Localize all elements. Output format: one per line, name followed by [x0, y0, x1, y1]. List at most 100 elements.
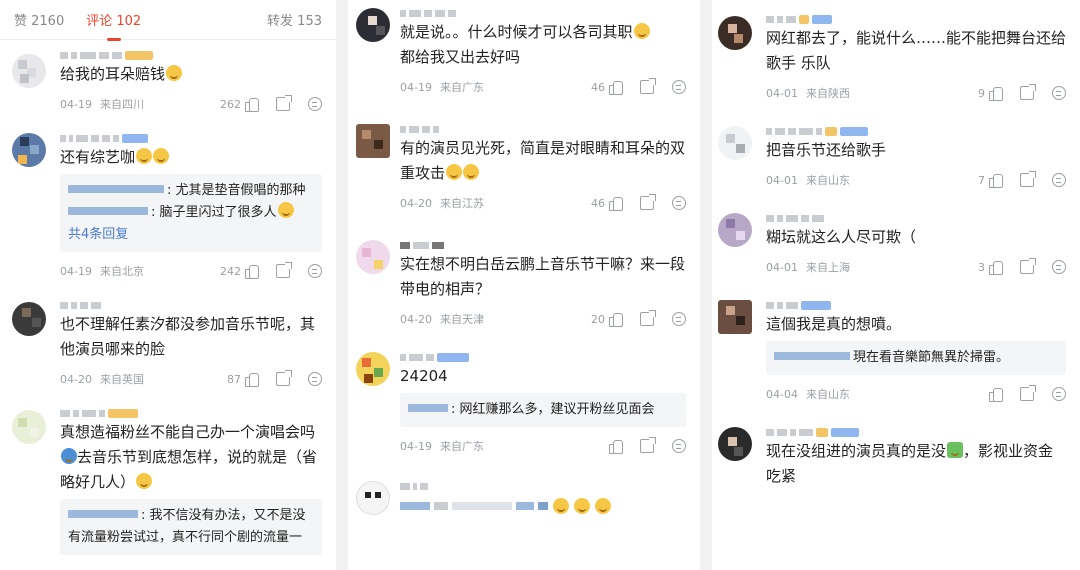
comment-date: 04-01: [766, 173, 798, 187]
thumbs-up-icon: [608, 80, 623, 95]
like-button[interactable]: [985, 387, 1003, 402]
comment-text: 糊坛就这么人尽可欺（: [766, 228, 917, 246]
comment-text: 也不理解任素汐都没参加音乐节呢，其他演员哪来的脸: [60, 315, 316, 358]
avatar[interactable]: [12, 302, 46, 336]
reply-preview[interactable]: : 网红赚那么多，建议开粉丝见面会: [400, 393, 686, 427]
avatar[interactable]: [718, 16, 752, 50]
avatar[interactable]: [12, 54, 46, 88]
share-icon[interactable]: [640, 194, 656, 210]
comment-date: 04-01: [766, 86, 798, 100]
like-button[interactable]: 262: [220, 97, 259, 112]
like-count: 20: [591, 312, 605, 326]
avatar[interactable]: [356, 481, 390, 515]
username-blurred[interactable]: [766, 294, 1066, 310]
like-button[interactable]: 46: [591, 196, 623, 211]
comment-item: 网红都去了，能说什么……能不能把舞台还给歌手 乐队 04-01 来自陕西 9: [712, 0, 1080, 110]
username-blurred[interactable]: [60, 44, 322, 60]
reply-preview[interactable]: : 我不信没有办法，又不是没有流量粉尝试过，真不行同个剧的流量一: [60, 499, 322, 555]
like-button[interactable]: 20: [591, 312, 623, 327]
reply-icon[interactable]: [308, 97, 322, 111]
like-count: 242: [220, 264, 241, 278]
tab-comments[interactable]: 评论 102: [86, 10, 141, 41]
share-icon[interactable]: [1020, 258, 1036, 274]
like-count: 9: [978, 86, 985, 100]
share-icon[interactable]: [640, 78, 656, 94]
reply-icon[interactable]: [1052, 86, 1066, 100]
avatar[interactable]: [12, 133, 46, 167]
share-icon[interactable]: [276, 95, 292, 111]
comment-text: 实在想不明白岳云鹏上音乐节干嘛？来一段带电的相声？: [400, 255, 686, 298]
comment-text: 就是说。。什么时候才可以各司其职 都给我又出去好吗: [400, 20, 686, 70]
reply-icon[interactable]: [672, 196, 686, 210]
like-button[interactable]: 9: [978, 86, 1003, 101]
username-blurred[interactable]: [766, 207, 1066, 223]
comment-meta: 04-01 来自上海 3: [766, 250, 1066, 284]
comment-meta: 04-19 来自广东: [400, 429, 686, 463]
reply-icon[interactable]: [1052, 260, 1066, 274]
like-button[interactable]: 3: [978, 260, 1003, 275]
comment-meta: 04-01 来自山东 7: [766, 163, 1066, 197]
reply-preview[interactable]: : 尤其是垫音假唱的那种 : 脑子里闪过了很多人 共4条回复: [60, 174, 322, 252]
comment-location: 来自英国: [99, 373, 144, 386]
tab-reposts[interactable]: 转发 153: [267, 10, 322, 29]
like-button[interactable]: 242: [220, 264, 259, 279]
comment-text: 给我的耳朵赔钱: [60, 62, 322, 87]
username-blurred[interactable]: [400, 118, 686, 134]
username-blurred[interactable]: [60, 294, 322, 310]
tab-likes[interactable]: 赞 2160: [14, 10, 64, 29]
avatar[interactable]: [356, 240, 390, 274]
share-icon[interactable]: [1020, 385, 1036, 401]
comment-item: 有的演员见光死，简直是对眼睛和耳朵的双重攻击 04-20 来自江苏 46: [348, 104, 700, 220]
thumbs-up-icon: [244, 97, 259, 112]
share-icon[interactable]: [276, 370, 292, 386]
like-button[interactable]: 7: [978, 173, 1003, 188]
avatar[interactable]: [356, 124, 390, 158]
reply-text: : 尤其是垫音假唱的那种: [167, 183, 306, 198]
like-button[interactable]: 46: [591, 80, 623, 95]
avatar[interactable]: [12, 410, 46, 444]
comment-date: 04-01: [766, 260, 798, 274]
view-replies-link[interactable]: 共4条回复: [68, 224, 314, 246]
like-button[interactable]: [605, 439, 623, 454]
reply-icon[interactable]: [1052, 173, 1066, 187]
avatar[interactable]: [718, 213, 752, 247]
column-gap: [336, 0, 348, 570]
share-icon[interactable]: [1020, 84, 1036, 100]
comment-text: 這個我是真的想噴。: [766, 315, 902, 333]
smile-emoji-icon: [463, 164, 480, 180]
like-button[interactable]: 87: [227, 372, 259, 387]
avatar[interactable]: [356, 8, 390, 42]
username-blurred[interactable]: [400, 2, 686, 18]
username-blurred[interactable]: [60, 127, 322, 143]
share-icon[interactable]: [640, 437, 656, 453]
avatar[interactable]: [718, 300, 752, 334]
username-blurred[interactable]: [60, 402, 322, 418]
comment-date: 04-19: [400, 80, 432, 94]
comment-date: 04-20: [400, 312, 432, 326]
reply-icon[interactable]: [672, 439, 686, 453]
reply-icon[interactable]: [1052, 387, 1066, 401]
avatar[interactable]: [718, 427, 752, 461]
comment-meta: 04-19 来自广东 46: [400, 70, 686, 104]
thumbs-up-icon: [608, 439, 623, 454]
comment-item: 就是说。。什么时候才可以各司其职 都给我又出去好吗 04-19 来自广东 46: [348, 0, 700, 104]
comment-meta: 04-01 来自陕西 9: [766, 76, 1066, 110]
share-icon[interactable]: [1020, 171, 1036, 187]
share-icon[interactable]: [276, 262, 292, 278]
username-blurred[interactable]: [400, 346, 686, 362]
comment-tabs: 赞 2160 评论 102 转发 153: [0, 0, 336, 41]
share-icon[interactable]: [640, 310, 656, 326]
like-count: 262: [220, 97, 241, 111]
avatar[interactable]: [356, 352, 390, 386]
reply-icon[interactable]: [308, 372, 322, 386]
username-blurred[interactable]: [766, 8, 1066, 24]
username-blurred[interactable]: [400, 234, 686, 250]
avatar[interactable]: [718, 126, 752, 160]
reply-icon[interactable]: [308, 264, 322, 278]
reply-preview[interactable]: 現在看音樂節無異於掃雷。: [766, 341, 1066, 375]
reply-icon[interactable]: [672, 80, 686, 94]
username-blurred[interactable]: [766, 120, 1066, 136]
reply-icon[interactable]: [672, 312, 686, 326]
username-blurred[interactable]: [766, 421, 1066, 437]
username-blurred[interactable]: [400, 475, 686, 491]
